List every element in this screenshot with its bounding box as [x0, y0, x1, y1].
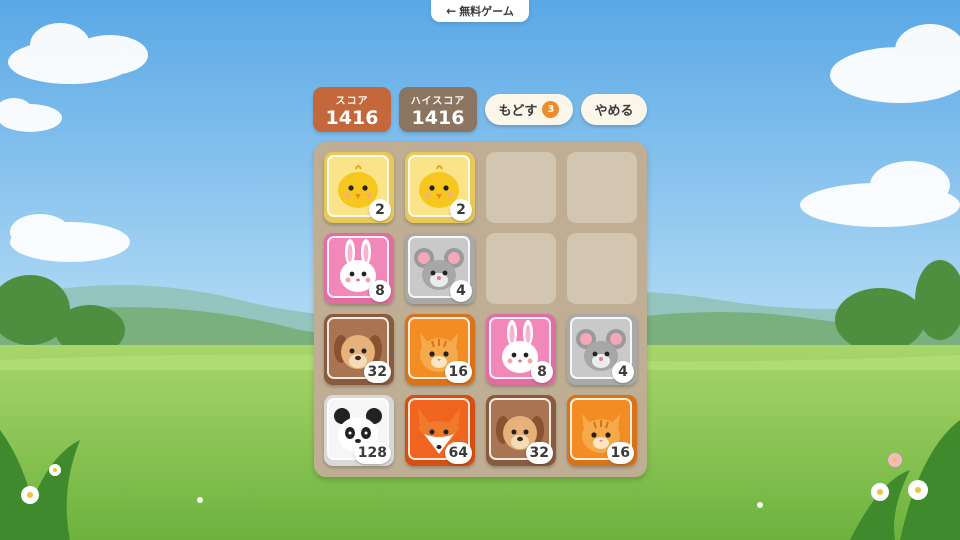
- tile-rabbit[interactable]: 8: [324, 233, 394, 304]
- quit-label: やめる: [594, 104, 634, 119]
- quit-button[interactable]: やめる: [581, 94, 647, 125]
- tile-value: 128: [353, 442, 391, 464]
- tile-value: 16: [444, 361, 472, 383]
- high-score-label: ハイスコア: [410, 96, 466, 107]
- empty-cell: [486, 152, 556, 223]
- score-value: 1416: [325, 107, 379, 129]
- tile-value: 16: [606, 442, 634, 464]
- tile-value: 32: [525, 442, 553, 464]
- tile-panda[interactable]: 128: [324, 395, 394, 466]
- left-arrow-icon: ←: [446, 4, 457, 18]
- undo-button[interactable]: もどす 3: [485, 94, 573, 125]
- tile-mouse[interactable]: 4: [405, 233, 475, 304]
- score-box: スコア 1416: [313, 87, 391, 132]
- tile-dog[interactable]: 32: [324, 314, 394, 385]
- tile-value: 32: [363, 361, 391, 383]
- game-board: 2 2 8 4 32 16 8 4 128 64 32 16: [314, 142, 647, 477]
- tile-value: 4: [450, 280, 472, 302]
- undo-label: もどす: [498, 104, 538, 119]
- back-label: 無料ゲーム: [459, 5, 514, 18]
- score-label: スコア: [335, 96, 369, 107]
- undo-count-badge: 3: [542, 101, 560, 118]
- tile-chick[interactable]: 2: [405, 152, 475, 223]
- empty-cell: [486, 233, 556, 304]
- back-to-free-games-button[interactable]: ← 無料ゲーム: [431, 0, 529, 22]
- tile-dog[interactable]: 32: [486, 395, 556, 466]
- high-score-value: 1416: [411, 107, 465, 129]
- tile-fox[interactable]: 64: [405, 395, 475, 466]
- tile-cat[interactable]: 16: [405, 314, 475, 385]
- empty-cell: [567, 233, 637, 304]
- tile-value: 8: [531, 361, 553, 383]
- tile-value: 2: [369, 199, 391, 221]
- tile-cat[interactable]: 16: [567, 395, 637, 466]
- high-score-box: ハイスコア 1416: [399, 87, 477, 132]
- tile-value: 8: [369, 280, 391, 302]
- tile-rabbit[interactable]: 8: [486, 314, 556, 385]
- tile-value: 2: [450, 199, 472, 221]
- tile-value: 64: [444, 442, 472, 464]
- tile-mouse[interactable]: 4: [567, 314, 637, 385]
- game-screen: ← 無料ゲーム スコア 1416 ハイスコア 1416 もどす 3 やめる 22…: [0, 0, 960, 540]
- tile-chick[interactable]: 2: [324, 152, 394, 223]
- empty-cell: [567, 152, 637, 223]
- tile-value: 4: [612, 361, 634, 383]
